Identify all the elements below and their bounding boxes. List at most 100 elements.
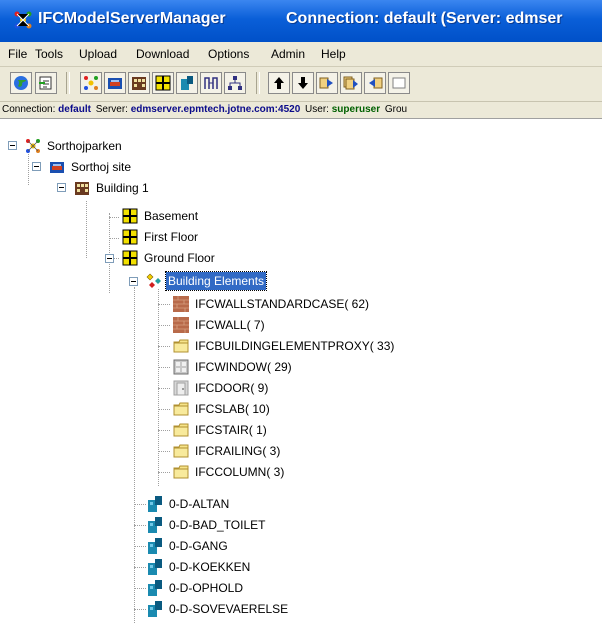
site-button[interactable] (104, 72, 126, 94)
menu-options[interactable]: Options (208, 47, 249, 61)
tree-node-label: IFCWINDOW( 29) (195, 360, 292, 374)
space-icon (148, 601, 162, 617)
storey-button[interactable] (152, 72, 174, 94)
space-icon (148, 580, 162, 596)
collapse-site-toggle[interactable] (32, 162, 41, 171)
menu-download[interactable]: Download (136, 47, 189, 61)
hierarchy-button[interactable] (224, 72, 246, 94)
app-title: IFCModelServerManager (38, 10, 226, 27)
arrow-down-icon (298, 77, 308, 89)
tree-node-label: IFCWALL( 7) (195, 318, 265, 332)
tree-node-label: Sorthoj site (71, 160, 132, 174)
window-icon (173, 359, 189, 375)
storey-icon (155, 75, 171, 91)
toolbar-separator (66, 72, 70, 94)
wall-icon (173, 317, 189, 333)
tree-node-label: 0-D-GANG (169, 539, 228, 553)
storey-icon (122, 229, 138, 245)
space-button[interactable] (176, 72, 198, 94)
collapse-project-toggle[interactable] (8, 141, 17, 150)
menu-tools[interactable]: Tools (35, 47, 63, 61)
element-group-icon (146, 273, 161, 288)
collapse-building-elements-toggle[interactable] (129, 277, 138, 286)
toolbar-separator (256, 72, 260, 94)
tree-node-label: 0-D-KOEKKEN (169, 560, 251, 574)
globe-button[interactable] (10, 72, 32, 94)
menu-help[interactable]: Help (321, 47, 346, 61)
project-icon (26, 139, 40, 153)
connection-label: Connection: (2, 104, 56, 115)
collapse-ground-floor-toggle[interactable] (105, 254, 114, 263)
connection-value: default (58, 104, 91, 115)
blank-button[interactable] (388, 72, 410, 94)
toolbar (0, 67, 602, 102)
menu-upload[interactable]: Upload (79, 47, 117, 61)
collapse-building-toggle[interactable] (57, 183, 66, 192)
tree-node-label: IFCBUILDINGELEMENTPROXY( 33) (195, 339, 395, 353)
hierarchy-icon (228, 76, 242, 90)
site-icon (108, 78, 122, 89)
wall-icon (173, 296, 189, 312)
compare-button[interactable] (200, 72, 222, 94)
forward-button[interactable] (316, 72, 338, 94)
tree-node-label: IFCSLAB( 10) (195, 402, 270, 416)
user-value: superuser (331, 104, 381, 115)
compare-icon (204, 77, 218, 89)
model-tree[interactable]: Sorthojparken Sorthoj site Building 1 Ba… (0, 118, 602, 623)
space-icon (181, 76, 193, 90)
connection-title: Connection: default (Server: edmser (286, 10, 563, 27)
door-icon (173, 380, 189, 396)
project-button[interactable] (80, 72, 102, 94)
group-label: Grou (384, 104, 408, 115)
title-bar[interactable]: IFCModelServerManager Connection: defaul… (0, 0, 602, 42)
folder-icon (173, 444, 189, 458)
forward-all-icon (343, 76, 358, 90)
menu-file[interactable]: File (8, 47, 27, 61)
tree-node-label: 0-D-ALTAN (169, 497, 230, 511)
tree-node-label: Building Elements (164, 271, 268, 291)
tree-node-label: 0-D-OPHOLD (169, 581, 244, 595)
menu-bar: File Tools Upload Download Options Admin… (0, 42, 602, 67)
tree-node-label: IFCWALLSTANDARDCASE( 62) (195, 297, 370, 311)
tree-node-label: Sorthojparken (47, 139, 122, 153)
space-icon (148, 496, 162, 512)
folder-icon (173, 339, 189, 353)
storey-icon (122, 208, 138, 224)
import-icon (39, 76, 52, 90)
forward-all-button[interactable] (340, 72, 362, 94)
move-down-button[interactable] (292, 72, 314, 94)
user-label: User: (305, 104, 329, 115)
import-button[interactable] (35, 72, 57, 94)
tree-node-label: Ground Floor (144, 251, 215, 265)
arrow-up-icon (274, 77, 284, 89)
tree-node-label: Building 1 (96, 181, 149, 195)
folder-icon (173, 402, 189, 416)
tree-node-label: IFCSTAIR( 1) (195, 423, 267, 437)
project-icon (84, 76, 98, 90)
export-icon (369, 77, 383, 89)
space-icon (148, 559, 162, 575)
blank-icon (392, 77, 406, 89)
tree-node-label: 0-D-BAD_TOILET (169, 518, 266, 532)
export-button[interactable] (364, 72, 386, 94)
app-icon (14, 11, 32, 29)
tree-node-label: Basement (144, 209, 199, 223)
building-button[interactable] (128, 72, 150, 94)
tree-node-label: IFCCOLUMN( 3) (195, 465, 285, 479)
building-icon (75, 182, 89, 195)
space-icon (148, 538, 162, 554)
tree-node-label: First Floor (144, 230, 198, 244)
folder-icon (173, 465, 189, 479)
server-label: Server: (95, 104, 128, 115)
tree-node-label: IFCRAILING( 3) (195, 444, 281, 458)
server-value: edmserver.epmtech.jotne.com:4520 (130, 104, 301, 115)
folder-icon (173, 423, 189, 437)
space-icon (148, 517, 162, 533)
building-icon (132, 77, 146, 90)
storey-icon (122, 250, 138, 266)
tree-node-label: IFCDOOR( 9) (195, 381, 269, 395)
move-up-button[interactable] (268, 72, 290, 94)
globe-icon (14, 76, 28, 90)
menu-admin[interactable]: Admin (271, 47, 305, 61)
site-icon (50, 162, 64, 173)
